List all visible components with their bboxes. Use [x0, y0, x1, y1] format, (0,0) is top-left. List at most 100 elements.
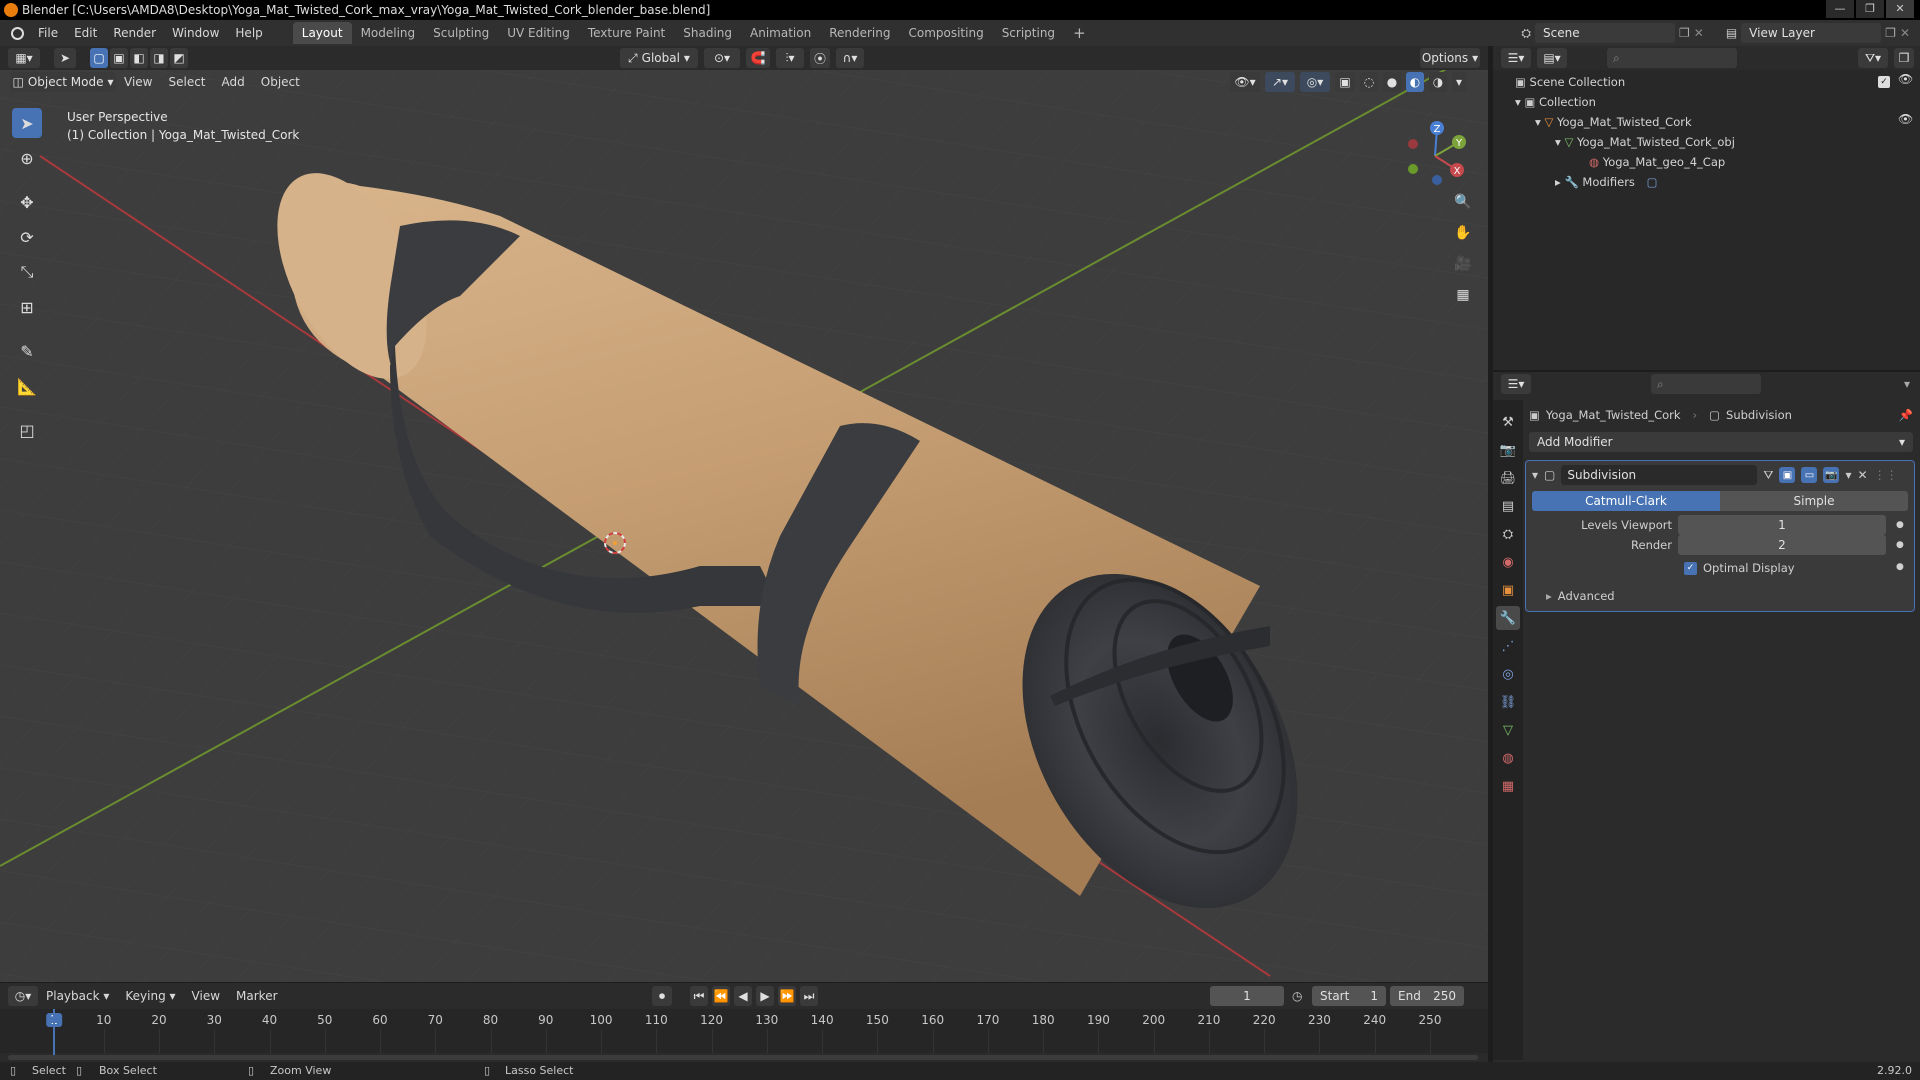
- tab-rendering[interactable]: Rendering: [820, 22, 899, 44]
- prev-keyframe-icon[interactable]: ⏪: [712, 986, 730, 1006]
- timeline-menu-playback[interactable]: Playback ▾: [38, 985, 117, 1007]
- next-keyframe-icon[interactable]: ⏩: [778, 986, 796, 1006]
- tree-item-scene-collection[interactable]: ▣ Scene Collection: [1515, 72, 1625, 92]
- catmull-clark-option[interactable]: Catmull-Clark: [1532, 491, 1720, 511]
- render-levels-field[interactable]: 2: [1678, 535, 1886, 555]
- tab-shading[interactable]: Shading: [674, 22, 741, 44]
- rotate-tool-icon[interactable]: ⟳: [12, 222, 42, 252]
- add-cube-tool-icon[interactable]: ◰: [12, 415, 42, 445]
- transform-orientation-dropdown[interactable]: ⤢ Global ▾: [620, 48, 698, 68]
- advanced-subpanel[interactable]: ▸ Advanced: [1546, 589, 1615, 603]
- select-new-icon[interactable]: ▢: [90, 48, 108, 68]
- realtime-toggle-icon[interactable]: ▭: [1801, 467, 1818, 483]
- keyframe-dot-icon[interactable]: ●: [1896, 520, 1904, 530]
- filter-icon[interactable]: ⛛▾: [1858, 48, 1888, 68]
- material-tab-icon[interactable]: ◍: [1496, 746, 1520, 770]
- proportional-edit-icon[interactable]: ⦿: [810, 48, 830, 68]
- new-collection-icon[interactable]: ❐: [1894, 48, 1914, 68]
- tab-sculpting[interactable]: Sculpting: [424, 22, 498, 44]
- menu-window[interactable]: Window: [164, 22, 227, 44]
- viewport-menu-select[interactable]: Select: [160, 71, 213, 93]
- snap-target-icon[interactable]: ⫶▾: [776, 48, 804, 68]
- options-dropdown[interactable]: Options ▾: [1420, 48, 1480, 68]
- texture-tab-icon[interactable]: ▦: [1496, 774, 1520, 798]
- view-layer-selector[interactable]: ▤ View Layer ❐ ✕: [1726, 23, 1910, 43]
- view-layer-name-field[interactable]: View Layer: [1741, 23, 1882, 43]
- render-tab-icon[interactable]: 📷: [1496, 438, 1520, 462]
- new-view-layer-icon[interactable]: ❐: [1885, 26, 1896, 40]
- annotate-tool-icon[interactable]: ✎: [12, 336, 42, 366]
- tree-item-modifiers[interactable]: ▸ 🔧 Modifiers ▢: [1555, 172, 1657, 192]
- properties-search-field[interactable]: ⌕: [1651, 374, 1761, 394]
- scale-tool-icon[interactable]: ⤡: [12, 257, 42, 287]
- select-subtract-icon[interactable]: ◧: [130, 48, 148, 68]
- cursor-tool-icon[interactable]: ⊕: [12, 143, 42, 173]
- modifier-name-field[interactable]: Subdivision: [1561, 465, 1758, 485]
- measure-tool-icon[interactable]: 📐: [12, 371, 42, 401]
- modifier-tab-icon[interactable]: 🔧: [1496, 606, 1520, 630]
- close-window-button[interactable]: ✕: [1886, 0, 1914, 18]
- snap-toggle-icon[interactable]: 🧲: [746, 48, 770, 68]
- zoom-icon[interactable]: 🔍: [1450, 189, 1476, 215]
- timeline-menu-keying[interactable]: Keying ▾: [117, 985, 183, 1007]
- add-modifier-dropdown[interactable]: Add Modifier ▾: [1529, 432, 1913, 452]
- world-tab-icon[interactable]: ◉: [1496, 550, 1520, 574]
- start-frame-field[interactable]: Start 1: [1312, 986, 1386, 1006]
- outliner-editor-type-icon[interactable]: ☰▾: [1501, 48, 1531, 68]
- timeline-editor-type-icon[interactable]: ◷▾: [8, 986, 38, 1006]
- select-extend-icon[interactable]: ▣: [110, 48, 128, 68]
- pan-hand-icon[interactable]: ✋: [1450, 220, 1476, 246]
- editor-type-icon[interactable]: ▦▾: [8, 48, 40, 68]
- chevron-down-icon[interactable]: ▾: [1904, 377, 1910, 391]
- view-layer-tab-icon[interactable]: ▤: [1496, 494, 1520, 518]
- keyframe-dot-icon[interactable]: ●: [1896, 540, 1904, 550]
- maximize-button[interactable]: ❐: [1856, 0, 1884, 18]
- timeline-scrollbar[interactable]: [8, 1055, 1478, 1060]
- timeline-menu-view[interactable]: View: [184, 985, 228, 1007]
- keyframe-dot-icon[interactable]: ●: [1896, 562, 1904, 572]
- viewport-menu-view[interactable]: View: [116, 71, 160, 93]
- expand-arrow-icon[interactable]: ▾: [1555, 135, 1561, 149]
- optimal-display-checkbox[interactable]: ✓: [1684, 561, 1697, 575]
- select-intersect-icon[interactable]: ◩: [170, 48, 188, 68]
- material-preview-icon[interactable]: ◐: [1406, 72, 1424, 92]
- select-invert-icon[interactable]: ◨: [150, 48, 168, 68]
- expand-arrow-icon[interactable]: ▾: [1515, 95, 1521, 109]
- blender-menu-icon[interactable]: [4, 22, 30, 44]
- jump-end-icon[interactable]: ⏭: [800, 986, 818, 1006]
- tab-compositing[interactable]: Compositing: [899, 22, 992, 44]
- scene-name-field[interactable]: Scene: [1535, 23, 1675, 43]
- chevron-down-icon[interactable]: ▾: [1845, 468, 1851, 482]
- delete-scene-icon[interactable]: ✕: [1694, 26, 1704, 40]
- viewport-menu-object[interactable]: Object: [253, 71, 308, 93]
- scene-tab-icon[interactable]: ⛭: [1496, 522, 1520, 546]
- pin-icon[interactable]: 📌: [1899, 408, 1913, 422]
- menu-render[interactable]: Render: [105, 22, 164, 44]
- display-mode-icon[interactable]: ▤▾: [1537, 48, 1567, 68]
- transform-tool-icon[interactable]: ⊞: [12, 292, 42, 322]
- wireframe-shading-icon[interactable]: ◌: [1360, 72, 1378, 92]
- tree-item-object[interactable]: ▾ ▽ Yoga_Mat_Twisted_Cork: [1535, 112, 1692, 132]
- render-toggle-icon[interactable]: 📷: [1823, 467, 1840, 483]
- output-tab-icon[interactable]: 🖨: [1496, 466, 1520, 490]
- tab-modeling[interactable]: Modeling: [352, 22, 425, 44]
- gizmo-toggle-icon[interactable]: ↗▾: [1265, 72, 1295, 92]
- constraints-tab-icon[interactable]: ⛓: [1496, 690, 1520, 714]
- particles-tab-icon[interactable]: ⋰: [1496, 634, 1520, 658]
- properties-editor-type-icon[interactable]: ☰▾: [1501, 374, 1531, 394]
- rendered-shading-icon[interactable]: ◑: [1429, 72, 1447, 92]
- select-box-tool-icon[interactable]: ➤: [12, 108, 42, 138]
- delete-view-layer-icon[interactable]: ✕: [1900, 26, 1910, 40]
- simple-option[interactable]: Simple: [1720, 491, 1908, 511]
- play-reverse-icon[interactable]: ◀: [734, 986, 752, 1006]
- playhead[interactable]: [53, 1009, 55, 1055]
- tab-uv-editing[interactable]: UV Editing: [498, 22, 579, 44]
- ortho-toggle-icon[interactable]: ▦: [1450, 282, 1476, 308]
- edit-mode-toggle-icon[interactable]: ▣: [1779, 467, 1796, 483]
- jump-start-icon[interactable]: ⏮: [690, 986, 708, 1006]
- tree-item-mesh[interactable]: ▾ ▽ Yoga_Mat_Twisted_Cork_obj: [1555, 132, 1735, 152]
- minimize-button[interactable]: —: [1826, 0, 1854, 18]
- drag-handle-icon[interactable]: ⋮⋮: [1874, 468, 1898, 482]
- on-cage-icon[interactable]: ⛛: [1763, 468, 1773, 483]
- tab-scripting[interactable]: Scripting: [993, 22, 1064, 44]
